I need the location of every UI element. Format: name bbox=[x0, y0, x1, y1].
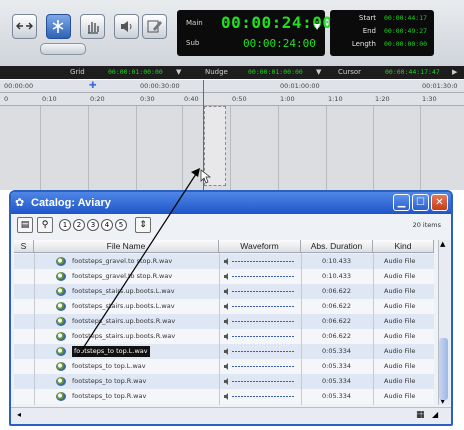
mouse-pointer-icon bbox=[200, 169, 212, 184]
drag-arrow bbox=[77, 168, 212, 357]
